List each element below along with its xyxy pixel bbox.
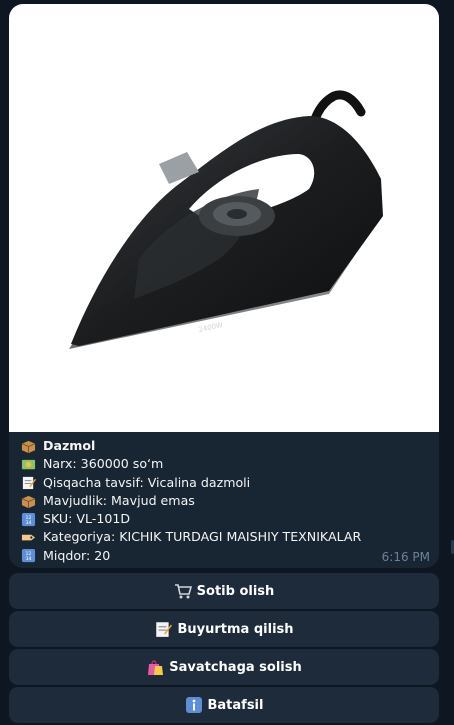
message-bubble: 2400W Dazmol Narx: 360000 so‘m Qisqacha … [9,4,439,568]
details-button[interactable]: Batafsil [9,687,439,723]
caption-availability-line: Mavjudlik: Mavjud emas [20,492,430,510]
order-button-label: Buyurtma qilish [177,621,294,637]
add-to-cart-button-label: Savatchaga solish [169,659,302,675]
buy-button[interactable]: Sotib olish [9,573,439,609]
steam-iron-image: 2400W [69,90,383,349]
numbers-icon: 12 34 [21,512,36,526]
product-category: Kategoriya: KICHIK TURDAGI MAISHIY TEXNI… [43,529,362,545]
label-icon [21,534,36,541]
caption-description-line: Qisqacha tavsif: Vicalina dazmoli [20,474,430,492]
numbers-icon: 12 34 [21,549,36,563]
svg-text:12: 12 [26,551,32,557]
caption-price-line: Narx: 360000 so‘m [20,455,430,473]
caption-title-line: Dazmol [20,437,430,455]
cart-icon [174,584,192,599]
order-button[interactable]: Buyurtma qilish [9,611,439,647]
package-icon [21,495,36,508]
product-sku: SKU: VL-101D [43,511,131,527]
product-caption: Dazmol Narx: 360000 so‘m Qisqacha tavsif… [20,437,430,565]
product-title: Dazmol [43,438,96,453]
memo-icon [22,477,36,490]
shopping-bags-icon [148,660,164,675]
product-quantity: Miqdor: 20 [43,547,111,563]
add-to-cart-button[interactable]: Savatchaga solish [9,649,439,685]
buy-button-label: Sotib olish [196,583,275,599]
caption-sku-line: 12 34 SKU: VL-101D [20,510,430,528]
product-price: Narx: 360000 so‘m [43,456,164,472]
caption-category-line: Kategoriya: KICHIK TURDAGI MAISHIY TEXNI… [20,528,430,546]
iron-wattage-label: 2400W [198,321,224,334]
svg-text:12: 12 [26,515,32,521]
memo-icon [156,622,173,637]
info-icon [185,697,202,713]
message-timestamp: 6:16 PM [381,550,430,564]
product-photo[interactable]: 2400W [9,4,439,432]
svg-text:34: 34 [26,520,32,526]
caption-quantity-line: 12 34 Miqdor: 20 [20,547,430,565]
svg-text:34: 34 [26,557,32,563]
money-icon [21,459,36,470]
product-short-description: Qisqacha tavsif: Vicalina dazmoli [43,474,251,490]
package-icon [21,440,36,453]
details-button-label: Batafsil [207,697,264,713]
product-availability: Mavjudlik: Mavjud emas [43,492,195,508]
